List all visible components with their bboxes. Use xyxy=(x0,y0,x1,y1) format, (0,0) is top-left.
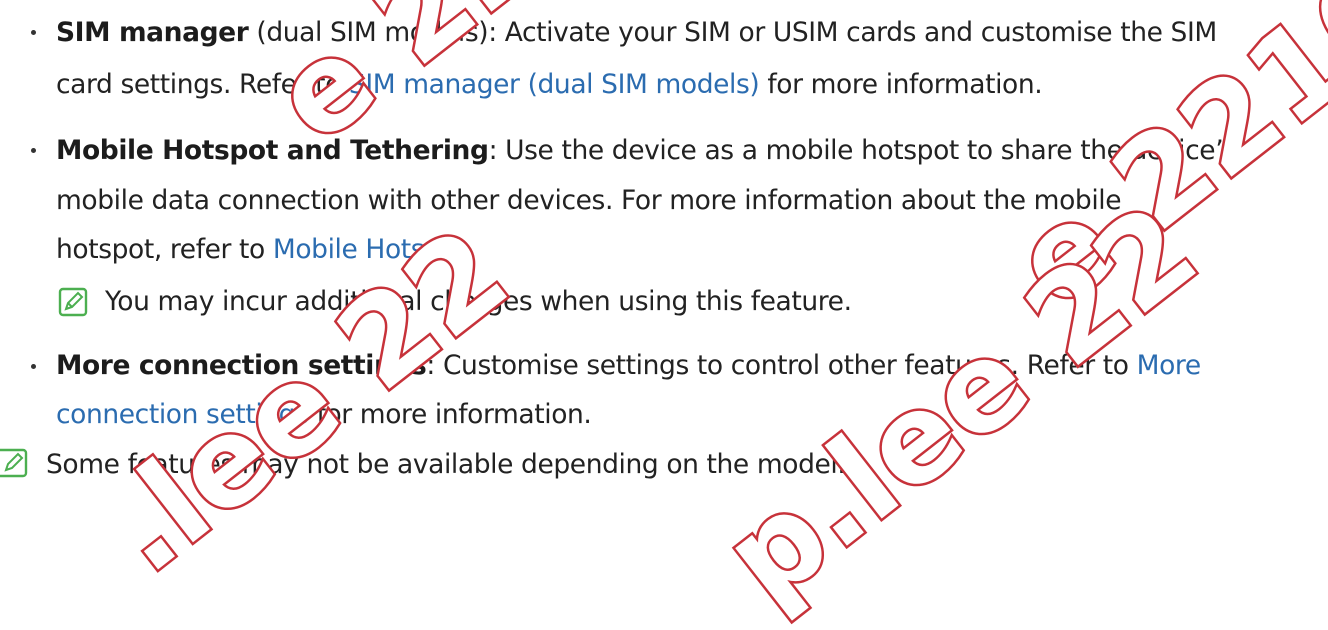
list-item-line: connection settings for more information… xyxy=(56,396,592,434)
watermark: p.lee 22 p.lee 22 xyxy=(696,175,1224,630)
item-text: hotspot, refer to xyxy=(56,234,273,265)
item-text: : Customise settings to control other fe… xyxy=(426,350,1137,381)
item-text: for more information. xyxy=(308,399,592,430)
term-mobile-hotspot: Mobile Hotspot and Tethering xyxy=(56,135,489,166)
note-text: You may incur additional charges when us… xyxy=(105,283,852,321)
bullet xyxy=(31,30,36,35)
item-text: . xyxy=(466,234,475,265)
document-page: SIM manager (dual SIM models): Activate … xyxy=(0,0,1328,630)
term-sim-manager: SIM manager xyxy=(56,17,249,48)
list-item-line: Mobile Hotspot and Tethering: Use the de… xyxy=(56,132,1237,170)
note-text-content: You may incur additional charges when us… xyxy=(105,286,852,317)
watermark-text-fill: p.lee 22 xyxy=(698,177,1223,630)
footer-note-text: Some features may not be available depen… xyxy=(46,449,846,480)
link-sim-manager[interactable]: SIM manager (dual SIM models) xyxy=(349,69,760,100)
list-item-line: hotspot, refer to Mobile Hotspot. xyxy=(56,231,475,269)
link-more-connection-2[interactable]: connection settings xyxy=(56,399,309,430)
list-item-line: More connection settings: Customise sett… xyxy=(56,347,1201,385)
term-more-connection: More connection settings xyxy=(56,350,427,381)
link-mobile-hotspot[interactable]: Mobile Hotspot xyxy=(273,234,467,265)
footer-note: Some features may not be available depen… xyxy=(46,446,846,484)
item-text: mobile data connection with other device… xyxy=(56,185,1122,216)
link-more-connection-1[interactable]: More xyxy=(1137,350,1201,381)
list-item-line: card settings. Refer to SIM manager (dua… xyxy=(56,66,1043,104)
item-text: for more information. xyxy=(759,69,1043,100)
bullet xyxy=(31,364,36,369)
item-text: card settings. Refer to xyxy=(56,69,349,100)
watermark-text: p.lee 22 xyxy=(696,175,1224,630)
note-pencil-icon xyxy=(0,448,28,478)
item-text: (dual SIM models): Activate your SIM or … xyxy=(248,17,1217,48)
bullet xyxy=(31,148,36,153)
list-item-line: SIM manager (dual SIM models): Activate … xyxy=(56,14,1217,52)
list-item-line: mobile data connection with other device… xyxy=(56,182,1122,220)
item-text: : Use the device as a mobile hotspot to … xyxy=(488,135,1237,166)
note-pencil-icon xyxy=(58,287,88,317)
